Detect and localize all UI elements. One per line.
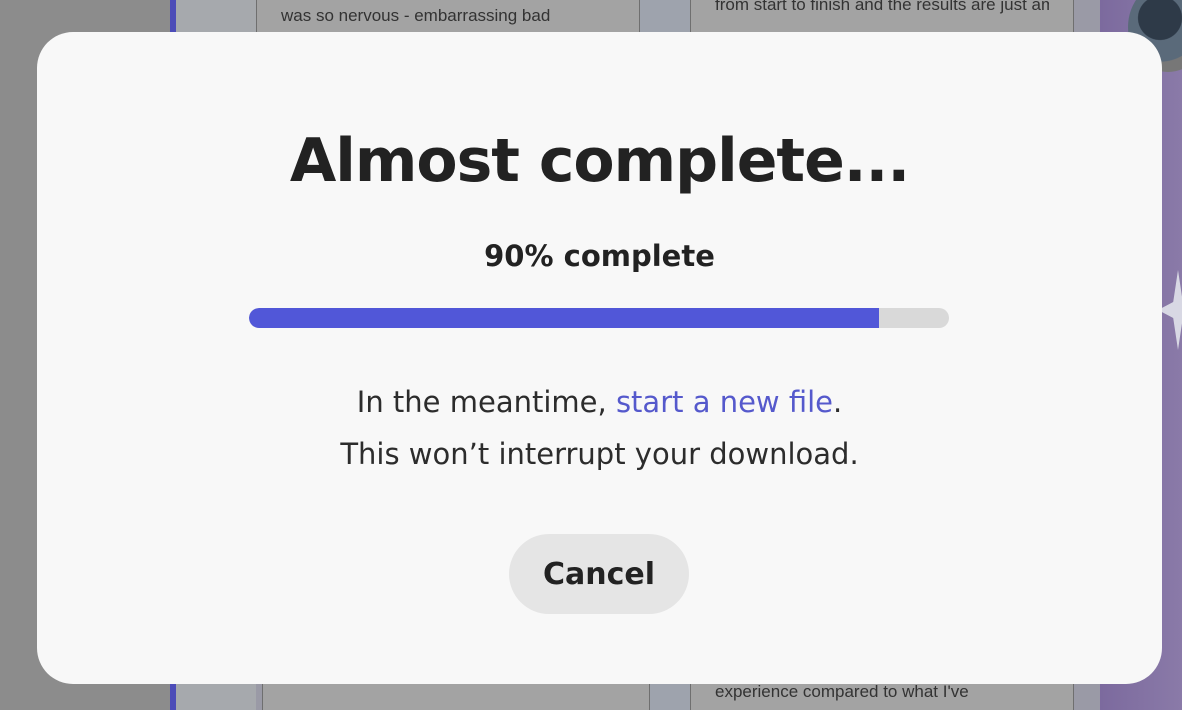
download-progress-dialog: Almost complete... 90% complete In the m… — [37, 32, 1162, 684]
dialog-message: In the meantime, start a new file. This … — [37, 376, 1162, 480]
start-new-file-link[interactable]: start a new file — [616, 385, 833, 419]
dialog-title: Almost complete... — [289, 126, 910, 196]
background-review-text: from start to finish and the results are… — [715, 0, 1049, 14]
message-line-2: This won’t interrupt your download. — [340, 437, 859, 471]
background-review-text: experience compared to what I've — [715, 682, 969, 701]
message-prefix: In the meantime, — [356, 385, 616, 419]
background-review-text: was so nervous - embarrassing bad — [281, 6, 551, 25]
message-suffix: . — [833, 385, 843, 419]
message-line-1: In the meantime, start a new file. — [37, 376, 1162, 428]
progress-label: 90% complete — [484, 239, 715, 273]
cancel-button[interactable]: Cancel — [509, 534, 689, 614]
progress-bar — [249, 308, 949, 328]
progress-bar-fill — [249, 308, 879, 328]
